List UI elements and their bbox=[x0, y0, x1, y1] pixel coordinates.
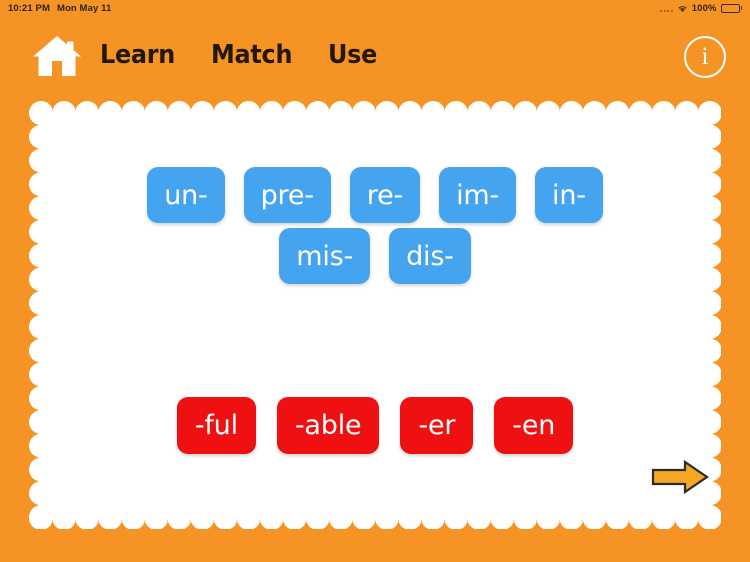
battery-full-icon bbox=[720, 3, 742, 13]
status-date: Mon May 11 bbox=[57, 2, 112, 14]
signal-dots-icon bbox=[660, 5, 673, 12]
suffix-tile-er[interactable]: -er bbox=[400, 397, 474, 454]
prefix-row-1: un- pre- re- im- in- bbox=[29, 167, 721, 223]
wifi-icon bbox=[678, 5, 687, 12]
nav-item-use[interactable]: Use bbox=[328, 40, 377, 70]
status-bar-left: 10:21 PM Mon May 11 bbox=[8, 3, 111, 14]
status-bar: 10:21 PM Mon May 11 100% bbox=[0, 0, 750, 16]
status-bar-right: 100% bbox=[660, 3, 742, 14]
card-content: un- pre- re- im- in- mis- dis- -ful -abl… bbox=[29, 101, 721, 529]
nav-item-match[interactable]: Match bbox=[211, 40, 292, 70]
nav-item-learn[interactable]: Learn bbox=[100, 40, 175, 70]
prefix-tile-dis[interactable]: dis- bbox=[389, 228, 471, 284]
battery-percent-label: 100% bbox=[691, 2, 717, 14]
prefix-row-2: mis- dis- bbox=[29, 228, 721, 284]
home-icon-glyph bbox=[33, 36, 81, 76]
app-root: 10:21 PM Mon May 11 100% Learn Match Use… bbox=[0, 0, 750, 562]
info-icon-glyph: i bbox=[701, 43, 709, 70]
arrow-right-icon[interactable] bbox=[651, 459, 709, 495]
suffix-tile-ful[interactable]: -ful bbox=[176, 397, 256, 454]
content-card: un- pre- re- im- in- mis- dis- -ful -abl… bbox=[29, 101, 721, 529]
prefix-tile-im[interactable]: im- bbox=[439, 167, 517, 223]
app-header: Learn Match Use i bbox=[0, 16, 750, 96]
status-time: 10:21 PM bbox=[8, 2, 50, 14]
arrow-right-icon-glyph bbox=[651, 459, 709, 495]
home-icon[interactable] bbox=[31, 33, 83, 79]
prefix-tile-mis[interactable]: mis- bbox=[279, 228, 371, 284]
main-nav: Learn Match Use bbox=[100, 40, 381, 70]
prefix-tile-pre[interactable]: pre- bbox=[243, 167, 331, 223]
prefix-tile-un[interactable]: un- bbox=[147, 167, 225, 223]
suffix-row: -ful -able -er -en bbox=[29, 397, 721, 454]
info-circle-icon[interactable]: i bbox=[684, 36, 726, 78]
suffix-tile-en[interactable]: -en bbox=[494, 397, 574, 454]
prefix-tile-re[interactable]: re- bbox=[349, 167, 421, 223]
prefix-tile-in[interactable]: in- bbox=[535, 167, 603, 223]
suffix-tile-able[interactable]: -able bbox=[276, 397, 380, 454]
